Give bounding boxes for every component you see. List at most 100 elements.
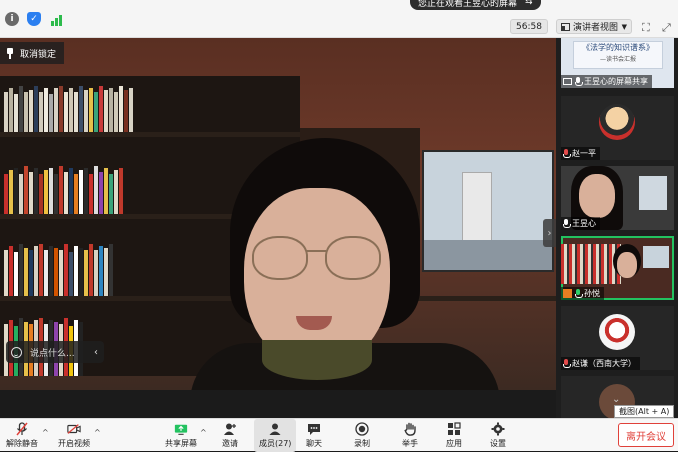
participant-name: 王昱心 — [572, 219, 596, 228]
video-off-icon — [67, 422, 81, 436]
settings-button[interactable]: 设置 — [490, 422, 506, 449]
viewing-banner[interactable]: 您正在观看王昱心的屏幕 ⇆ — [410, 0, 541, 10]
mic-active-icon — [575, 289, 583, 298]
avatar — [599, 314, 635, 350]
viewing-text: 您正在观看王昱心的屏幕 — [418, 0, 518, 9]
quick-chat-input[interactable]: 说点什么... ‹ — [6, 341, 104, 363]
main-video[interactable]: 取消锁定 说点什么... ‹ › — [0, 38, 556, 390]
books-row — [4, 242, 113, 296]
apps-icon — [447, 422, 461, 436]
participant-tile-active[interactable]: 孙悦 — [561, 236, 674, 300]
chevron-down-icon[interactable]: ⌄ — [612, 394, 620, 405]
fullscreen-icon[interactable]: ⛶ — [642, 21, 650, 35]
chat-icon — [307, 422, 321, 436]
screen-share-icon — [563, 78, 572, 85]
share-options-caret[interactable]: ^ — [200, 428, 207, 437]
record-button[interactable]: 录制 — [354, 422, 370, 449]
speaker-collar — [262, 340, 372, 380]
unlock-pin-button[interactable]: 取消锁定 — [0, 42, 65, 64]
video-options-caret[interactable]: ^ — [94, 428, 101, 437]
participant-name: 王昱心的屏幕共享 — [584, 77, 648, 86]
status-icons: i ✓ — [5, 12, 63, 26]
audio-options-caret[interactable]: ^ — [42, 428, 49, 437]
share-title: 《法学的知识谱系》 — [582, 43, 654, 52]
apps-label: 应用 — [446, 439, 462, 448]
screenshot-tooltip: 截图(Alt + A) — [614, 405, 675, 418]
tile-label: 孙悦 — [561, 287, 604, 300]
members-button[interactable]: 成员(27) — [254, 419, 297, 452]
glasses — [252, 236, 308, 280]
signal-icon[interactable] — [49, 12, 63, 26]
chat-button[interactable]: 聊天 — [306, 422, 322, 449]
view-layout-icon — [561, 22, 570, 31]
meeting-timer: 56:58 — [510, 19, 548, 34]
participant-gallery: 《法学的知识谱系》 —读书会汇报 王昱心的屏幕共享 赵一平 王昱心 孙悦 赵谦（… — [556, 38, 678, 418]
room-window — [422, 150, 554, 272]
mic-muted-icon — [15, 422, 29, 436]
books-row — [4, 84, 133, 132]
raise-hand-label: 举手 — [402, 439, 418, 448]
raise-hand-button[interactable]: 举手 — [402, 422, 418, 449]
invite-icon — [223, 422, 237, 436]
invite-button[interactable]: 邀请 — [222, 422, 238, 449]
chat-placeholder: 说点什么... — [30, 348, 75, 359]
participant-tile[interactable]: 王昱心 — [561, 166, 674, 230]
unlock-label: 取消锁定 — [20, 49, 57, 60]
speaker-view-button[interactable]: 演讲者视图 ▼ — [556, 19, 632, 34]
tile-label: 赵一平 — [561, 147, 600, 160]
shelf-board — [0, 132, 300, 137]
screen-share-preview: 《法学的知识谱系》 —读书会汇报 — [573, 41, 663, 69]
mic-icon — [563, 219, 571, 228]
emoji-icon[interactable] — [11, 346, 22, 358]
settings-label: 设置 — [490, 439, 506, 448]
exit-fullscreen-icon[interactable]: ⇆ — [525, 0, 533, 7]
leave-meeting-button[interactable]: 离开会议 — [618, 423, 674, 447]
participant-window — [639, 176, 667, 210]
participant-window — [643, 246, 669, 268]
pin-icon — [6, 47, 14, 59]
chat-label: 聊天 — [306, 439, 322, 448]
chevron-left-icon[interactable]: ‹ — [94, 347, 98, 358]
share-screen-button[interactable]: 共享屏幕 — [165, 422, 197, 449]
books-row — [4, 164, 123, 214]
chevron-down-icon: ▼ — [621, 22, 627, 31]
gear-icon — [491, 422, 505, 436]
info-icon[interactable]: i — [5, 12, 19, 26]
mic-icon — [575, 77, 583, 86]
tile-label: 王昱心的屏幕共享 — [561, 75, 652, 88]
avatar — [599, 104, 635, 140]
shield-icon[interactable]: ✓ — [27, 12, 41, 26]
start-video-button[interactable]: 开启视频 — [58, 422, 90, 449]
hand-icon — [403, 422, 417, 436]
apps-button[interactable]: 应用 — [446, 422, 462, 449]
expand-icon[interactable]: ⤢ — [662, 21, 671, 35]
share-subtitle: —读书会汇报 — [599, 56, 636, 63]
share-screen-icon — [174, 422, 188, 436]
participant-tile[interactable]: 赵谦（西南大学） — [561, 306, 674, 370]
participant-name: 赵谦（西南大学） — [572, 359, 636, 368]
mic-muted-icon — [563, 359, 571, 368]
invite-label: 邀请 — [222, 439, 238, 448]
glasses-bridge — [306, 250, 326, 252]
start-video-label: 开启视频 — [58, 439, 90, 448]
top-bar: i ✓ 您正在观看王昱心的屏幕 ⇆ 56:58 演讲者视图 ▼ ⛶ ⤢ — [0, 0, 678, 38]
unmute-label: 解除静音 — [6, 439, 38, 448]
participant-face — [617, 252, 637, 278]
tile-label: 王昱心 — [561, 217, 600, 230]
host-icon — [563, 289, 572, 298]
mic-muted-icon — [563, 149, 571, 158]
glasses — [325, 236, 381, 280]
members-icon — [268, 422, 282, 436]
record-icon — [355, 422, 369, 436]
participant-tile[interactable]: 赵一平 — [561, 96, 674, 160]
participant-face — [579, 174, 615, 218]
members-label: 成员(27) — [259, 439, 292, 448]
participant-bookshelf — [561, 244, 621, 284]
view-button-label: 演讲者视图 — [573, 23, 619, 33]
participant-tile-screen-share[interactable]: 《法学的知识谱系》 —读书会汇报 王昱心的屏幕共享 — [561, 38, 674, 88]
collapse-gallery-button[interactable]: › — [543, 219, 556, 247]
record-label: 录制 — [354, 439, 370, 448]
shelf-board — [400, 296, 556, 301]
participant-name: 赵一平 — [572, 149, 596, 158]
unmute-button[interactable]: 解除静音 — [6, 422, 38, 449]
